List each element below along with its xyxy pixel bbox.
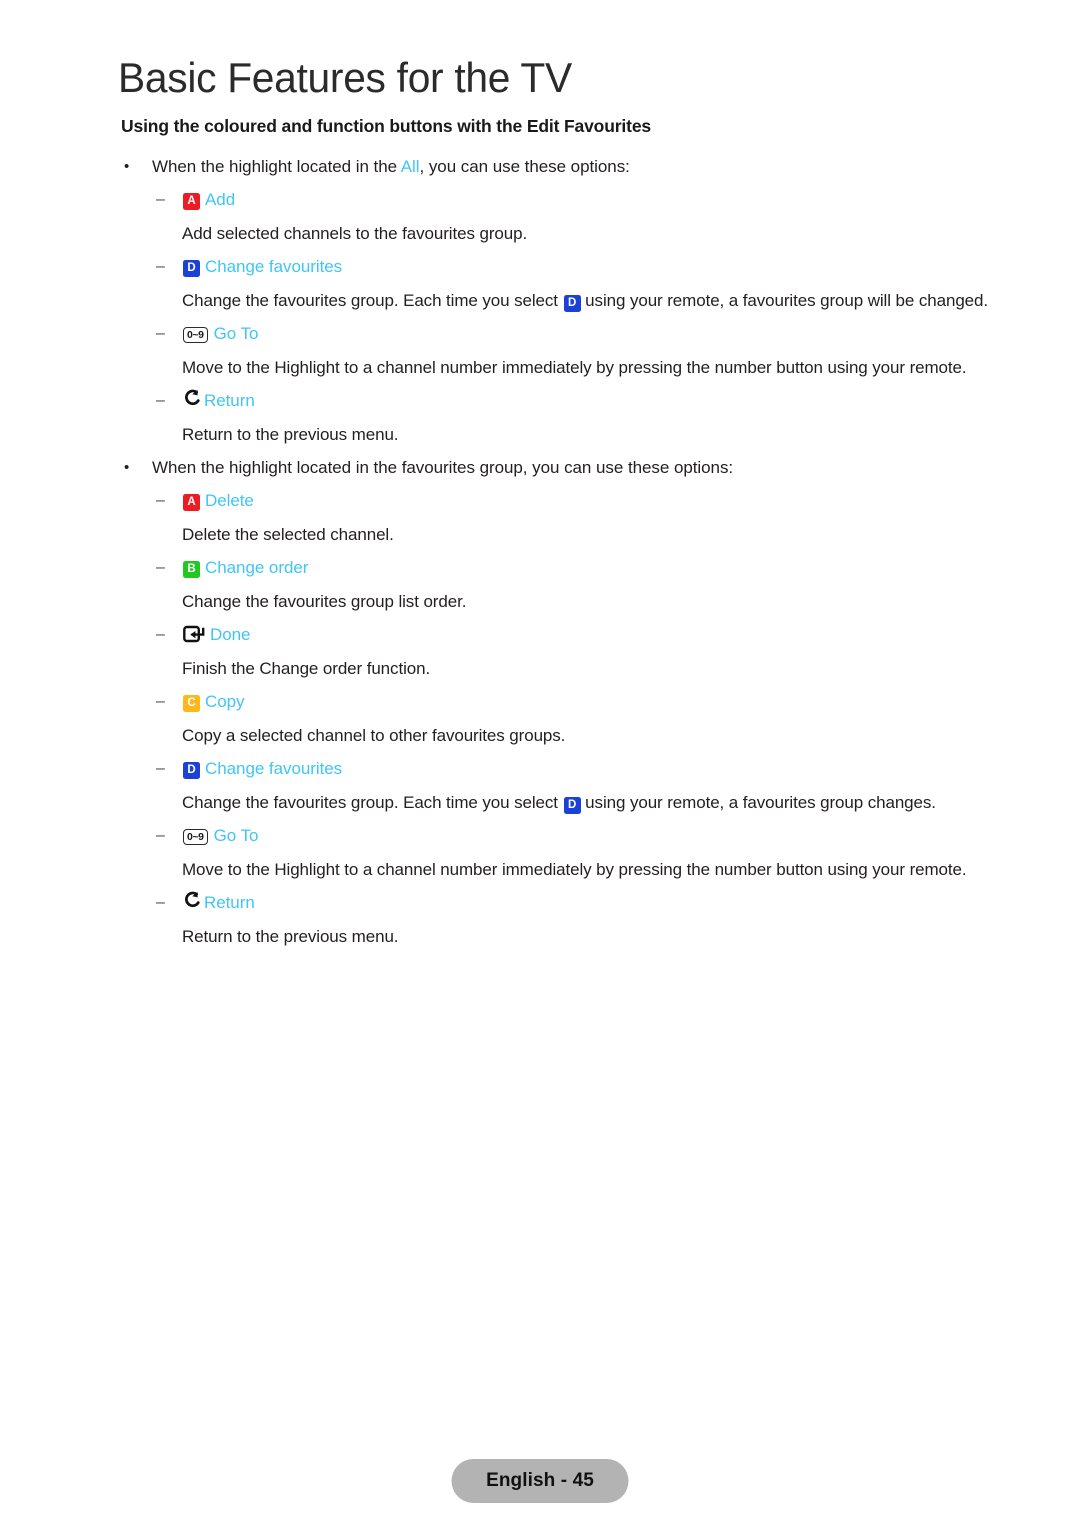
option-change-order-description: Change the favourites group list order. (182, 592, 467, 611)
option-delete-description: Delete the selected channel. (182, 525, 394, 544)
option-return-1-description: Return to the previous menu. (182, 425, 399, 444)
bullet-text-prefix: When the highlight located in the (152, 157, 401, 176)
desc-prefix: Change the favourites group. Each time y… (182, 793, 563, 812)
button-a-icon: A (183, 494, 200, 511)
number-keys-icon: 0~9 (183, 327, 208, 343)
page-number-label: English - 45 (486, 1470, 594, 1491)
bullet-highlight-all: All (400, 157, 420, 176)
button-a-icon: A (183, 193, 200, 210)
option-copy: – C Copy (0, 685, 1080, 719)
dash-marker: – (156, 392, 165, 409)
button-d-icon: D (183, 762, 200, 779)
button-d-icon: D (183, 260, 200, 277)
option-delete-label: Delete (205, 491, 254, 510)
option-done: – Done (0, 618, 1080, 652)
return-arrow-icon (183, 890, 201, 910)
button-d-icon: D (563, 295, 581, 312)
desc-prefix: Change the favourites group. Each time y… (182, 291, 563, 310)
desc-suffix: using your remote, a favourites group ch… (580, 793, 936, 812)
dash-marker: – (156, 894, 165, 911)
button-d-icon: D (563, 797, 581, 814)
dash-marker: – (156, 827, 165, 844)
option-change-favourites-2: – D Change favourites (0, 752, 1080, 786)
option-change-favourites-1-label: Change favourites (205, 257, 343, 276)
option-return-1: – Return (0, 384, 1080, 418)
dash-marker: – (156, 626, 165, 643)
option-add: – A Add (0, 183, 1080, 217)
enter-arrow-icon (183, 625, 205, 643)
bullet-text-suffix: , you can use these options: (419, 157, 630, 176)
page-title: Basic Features for the TV (118, 54, 572, 101)
dash-marker: – (156, 258, 165, 275)
document-content: • When the highlight located in the All,… (0, 150, 1080, 953)
option-change-order: – B Change order (0, 551, 1080, 585)
bullet-item-favourites-group: • When the highlight located in the favo… (0, 451, 1080, 484)
option-done-label: Done (210, 625, 251, 644)
option-return-2-label: Return (204, 893, 255, 912)
option-go-to-1-label: Go To (213, 324, 259, 343)
option-change-favourites-1: – D Change favourites (0, 250, 1080, 284)
option-change-favourites-2-description: Change the favourites group. Each time y… (0, 786, 1080, 819)
return-arrow-icon (183, 388, 201, 408)
document-page: Basic Features for the TV Using the colo… (0, 0, 1080, 1534)
option-delete: – A Delete (0, 484, 1080, 518)
bullet-item-all: • When the highlight located in the All,… (0, 150, 1080, 183)
page-footer-badge: English - 45 (451, 1459, 629, 1503)
bullet-text: When the highlight located in the favour… (152, 458, 734, 477)
option-copy-description: Copy a selected channel to other favouri… (182, 726, 566, 745)
bullet-marker: • (124, 158, 130, 175)
button-c-icon: C (183, 695, 200, 712)
number-keys-icon: 0~9 (183, 829, 208, 845)
option-change-order-label: Change order (205, 558, 309, 577)
dash-marker: – (156, 693, 165, 710)
option-add-description: Add selected channels to the favourites … (182, 224, 528, 243)
option-change-favourites-2-label: Change favourites (205, 759, 343, 778)
dash-marker: – (156, 325, 165, 342)
option-add-label: Add (205, 190, 236, 209)
bullet-marker: • (124, 459, 130, 476)
option-done-description: Finish the Change order function. (182, 659, 431, 678)
option-go-to-2-description: Move to the Highlight to a channel numbe… (182, 860, 967, 879)
option-go-to-1: – 0~9 Go To (0, 317, 1080, 351)
option-copy-label: Copy (205, 692, 245, 711)
dash-marker: – (156, 559, 165, 576)
option-go-to-2-label: Go To (213, 826, 259, 845)
dash-marker: – (156, 492, 165, 509)
option-change-favourites-1-description: Change the favourites group. Each time y… (0, 284, 1080, 317)
option-return-2-description: Return to the previous menu. (182, 927, 399, 946)
option-return-1-label: Return (204, 391, 255, 410)
button-b-icon: B (183, 561, 200, 578)
dash-marker: – (156, 760, 165, 777)
option-return-2: – Return (0, 886, 1080, 920)
dash-marker: – (156, 191, 165, 208)
desc-suffix: using your remote, a favourites group wi… (580, 291, 989, 310)
section-heading: Using the coloured and function buttons … (121, 116, 651, 136)
option-go-to-2: – 0~9 Go To (0, 819, 1080, 853)
option-go-to-1-description: Move to the Highlight to a channel numbe… (182, 358, 967, 377)
